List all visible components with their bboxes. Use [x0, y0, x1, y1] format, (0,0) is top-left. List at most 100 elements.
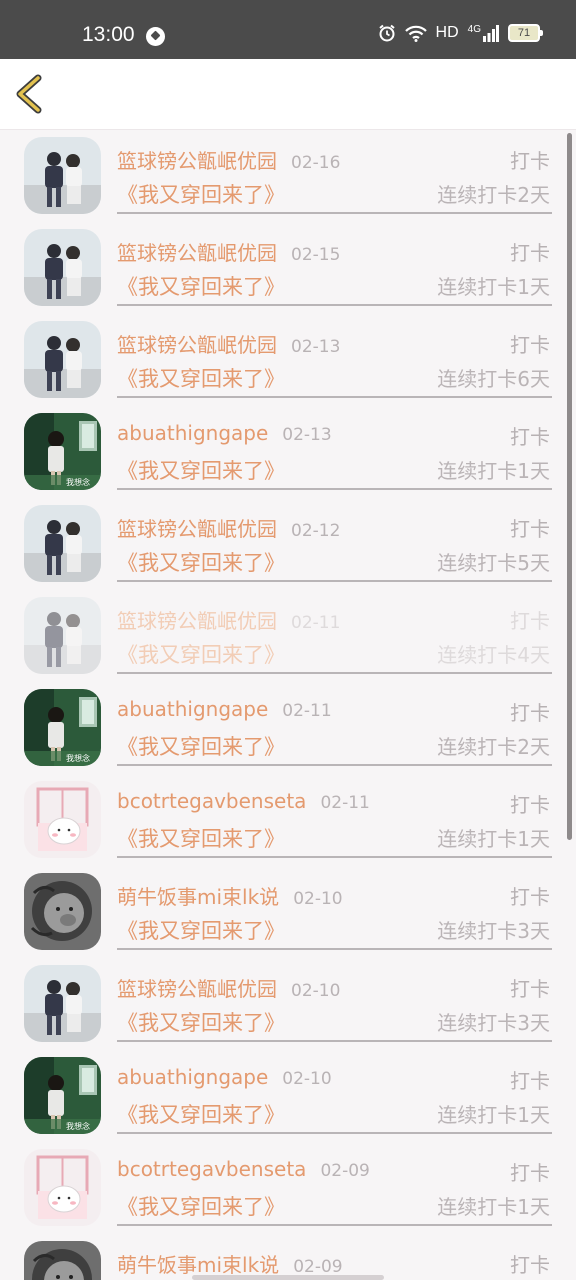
signal-group: 4G: [467, 23, 499, 42]
streak-count: 连续打卡1天: [437, 1195, 550, 1219]
user-name-text: 篮球镑公甑岷优园: [117, 517, 277, 541]
list-item[interactable]: 我想念 abuathigngape 02-13 打卡 《我又穿回来了》 连续打卡1天: [0, 407, 576, 499]
checkin-list[interactable]: 篮球镑公甑岷优园 02-16 打卡 《我又穿回来了》 连续打卡2天 篮球镑公甑岷优园 02…: [0, 131, 576, 1280]
avatar[interactable]: 我想念: [24, 413, 101, 490]
checkin-label: 打卡: [510, 333, 550, 357]
book-title[interactable]: 《我又穿回来了》: [117, 179, 285, 209]
checkin-label: 打卡: [510, 425, 550, 449]
user-name-text: 篮球镑公甑岷优园: [117, 333, 277, 357]
checkin-date: 02-13: [282, 425, 332, 445]
scrollbar[interactable]: [567, 133, 572, 840]
book-title[interactable]: 《我又穿回来了》: [117, 1191, 285, 1221]
checkin-label: 打卡: [510, 701, 550, 725]
user-name[interactable]: 萌牛饭事mi束lk说 02-10: [117, 881, 343, 910]
avatar[interactable]: [24, 229, 101, 306]
top-bar: [0, 59, 576, 130]
row-divider: [117, 580, 552, 582]
checkin-label: 打卡: [510, 793, 550, 817]
book-title[interactable]: 《我又穿回来了》: [117, 271, 285, 301]
user-name[interactable]: bcotrtegavbenseta 02-09: [117, 1157, 370, 1181]
battery-icon: 71: [508, 24, 543, 42]
status-bar: 13:00 HD 4G 71: [0, 0, 576, 59]
book-title[interactable]: 《我又穿回来了》: [117, 1099, 285, 1129]
book-title[interactable]: 《我又穿回来了》: [117, 363, 285, 393]
list-item[interactable]: 篮球镑公甑岷优园 02-11 打卡 《我又穿回来了》 连续打卡4天: [0, 591, 576, 683]
checkin-date: 02-15: [291, 245, 341, 265]
avatar[interactable]: [24, 137, 101, 214]
user-name-text: bcotrtegavbenseta: [117, 789, 307, 813]
user-name[interactable]: 篮球镑公甑岷优园 02-11: [117, 605, 340, 634]
streak-count: 连续打卡2天: [437, 183, 550, 207]
signal-4g-label: 4G: [467, 23, 481, 35]
user-name-text: 萌牛饭事mi束lk说: [117, 1253, 280, 1277]
signal-bars-icon: [483, 24, 499, 42]
user-name[interactable]: bcotrtegavbenseta 02-11: [117, 789, 370, 813]
notification-app-icon: [146, 27, 165, 46]
list-item[interactable]: 篮球镑公甑岷优园 02-15 打卡 《我又穿回来了》 连续打卡1天: [0, 223, 576, 315]
avatar[interactable]: 我想念: [24, 1057, 101, 1134]
user-name[interactable]: 篮球镑公甑岷优园 02-16: [117, 145, 340, 174]
list-item[interactable]: 萌牛饭事mi束lk说 02-10 打卡《我又穿回来了》 连续打卡3天: [0, 867, 576, 959]
book-title[interactable]: 《我又穿回来了》: [117, 823, 285, 853]
back-button[interactable]: [12, 73, 52, 115]
list-item[interactable]: 我想念 abuathigngape 02-11 打卡 《我又穿回来了》 连续打卡2天: [0, 683, 576, 775]
checkin-date: 02-09: [320, 1161, 370, 1181]
streak-count: 连续打卡1天: [437, 827, 550, 851]
list-item[interactable]: 我想念 abuathigngape 02-10 打卡 《我又穿回来了》 连续打卡1天: [0, 1051, 576, 1143]
avatar[interactable]: [24, 1149, 101, 1226]
user-name[interactable]: abuathigngape 02-10: [117, 1065, 332, 1089]
list-item[interactable]: 萌牛饭事mi束lk说 02-09 打卡: [0, 1235, 576, 1280]
checkin-date: 02-11: [291, 613, 341, 633]
avatar[interactable]: [24, 597, 101, 674]
user-name[interactable]: 篮球镑公甑岷优园 02-10: [117, 973, 340, 1002]
avatar[interactable]: [24, 873, 101, 950]
avatar[interactable]: 我想念: [24, 689, 101, 766]
user-name-text: abuathigngape: [117, 697, 269, 721]
user-name[interactable]: 篮球镑公甑岷优园 02-13: [117, 329, 340, 358]
list-item[interactable]: 篮球镑公甑岷优园 02-10 打卡 《我又穿回来了》 连续打卡3天: [0, 959, 576, 1051]
checkin-date: 02-11: [282, 701, 332, 721]
checkin-label: 打卡: [510, 609, 550, 633]
avatar-caption: 我想念: [66, 1121, 90, 1131]
avatar[interactable]: [24, 965, 101, 1042]
book-title[interactable]: 《我又穿回来了》: [117, 1007, 285, 1037]
avatar-caption: 我想念: [66, 477, 90, 487]
book-title[interactable]: 《我又穿回来了》: [117, 639, 285, 669]
book-title[interactable]: 《我又穿回来了》: [117, 455, 285, 485]
chevron-left-icon: [16, 74, 42, 114]
user-name[interactable]: abuathigngape 02-13: [117, 421, 332, 445]
user-name[interactable]: 篮球镑公甑岷优园 02-15: [117, 237, 340, 266]
avatar[interactable]: [24, 321, 101, 398]
avatar[interactable]: [24, 781, 101, 858]
user-name[interactable]: 篮球镑公甑岷优园 02-12: [117, 513, 340, 542]
user-name-text: 篮球镑公甑岷优园: [117, 241, 277, 265]
user-name[interactable]: abuathigngape 02-11: [117, 697, 332, 721]
book-title[interactable]: 《我又穿回来了》: [117, 731, 285, 761]
list-item[interactable]: bcotrtegavbenseta 02-11 打卡《我又穿回来了》 连续打卡1天: [0, 775, 576, 867]
row-divider: [117, 672, 552, 674]
list-item[interactable]: bcotrtegavbenseta 02-09 打卡 《我又穿回来了》 连续打卡1天: [0, 1143, 576, 1235]
checkin-label: 打卡: [510, 149, 550, 173]
row-divider: [117, 856, 552, 858]
avatar[interactable]: [24, 1241, 101, 1280]
user-name-text: bcotrtegavbenseta: [117, 1157, 307, 1181]
book-title[interactable]: 《我又穿回来了》: [117, 547, 285, 577]
list-item[interactable]: 篮球镑公甑岷优园 02-13 打卡 《我又穿回来了》 连续打卡6天: [0, 315, 576, 407]
streak-count: 连续打卡3天: [437, 919, 550, 943]
checkin-date: 02-12: [291, 521, 341, 541]
book-title[interactable]: 《我又穿回来了》: [117, 915, 285, 945]
user-name[interactable]: 萌牛饭事mi束lk说 02-09: [117, 1249, 343, 1278]
list-item[interactable]: 篮球镑公甑岷优园 02-12 打卡 《我又穿回来了》 连续打卡5天: [0, 499, 576, 591]
list-item[interactable]: 篮球镑公甑岷优园 02-16 打卡《我又穿回来了》 连续打卡2天: [0, 131, 576, 223]
home-indicator[interactable]: [192, 1275, 384, 1280]
checkin-date: 02-10: [291, 981, 341, 1001]
checkin-label: 打卡: [510, 1069, 550, 1093]
row-divider: [117, 764, 552, 766]
user-name-text: 篮球镑公甑岷优园: [117, 609, 277, 633]
status-time: 13:00: [82, 23, 135, 46]
wifi-icon: [404, 25, 427, 42]
checkin-label: 打卡: [510, 885, 550, 909]
checkin-label: 打卡: [510, 241, 550, 265]
user-name-text: 萌牛饭事mi束lk说: [117, 885, 280, 909]
avatar[interactable]: [24, 505, 101, 582]
